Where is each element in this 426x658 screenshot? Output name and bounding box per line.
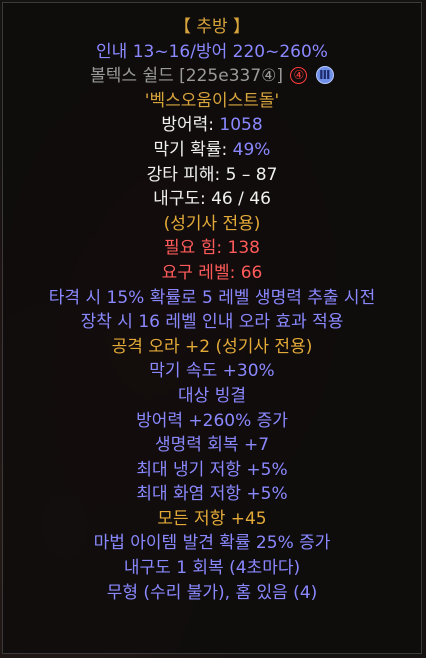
item-mod-line: 장착 시 16 레벨 인내 오라 효과 적용 bbox=[80, 312, 344, 333]
item-mod-line: 생명력 회복 +7 bbox=[154, 435, 270, 456]
item-tooltip: 【 추방 】 인내 13~16/방어 220~260% 볼텍스 쉴드 [225e… bbox=[2, 2, 422, 654]
item-base-code: [225e337④] bbox=[179, 66, 284, 87]
item-category: 【 추방 】 bbox=[173, 17, 251, 37]
tooltip-lines: 【 추방 】 인내 13~16/방어 220~260% 볼텍스 쉴드 [225e… bbox=[3, 15, 421, 605]
runeword-name: '벡스오움이스트돌' bbox=[144, 90, 280, 111]
item-mod-line: 모든 저항 +45 bbox=[157, 508, 267, 529]
item-mod-line: 최대 화염 저항 +5% bbox=[136, 484, 288, 505]
item-base-line: 볼텍스 쉴드 [225e337④] ④ Ⅲ bbox=[3, 64, 421, 89]
item-mod-line: 마법 아이템 발견 확률 25% 증가 bbox=[93, 533, 331, 554]
item-mod-line: 막기 속도 +30% bbox=[149, 361, 275, 382]
required-strength: 필요 힘: 138 bbox=[164, 238, 260, 259]
defense-line: 방어력: 1058 bbox=[3, 113, 421, 138]
item-mod-line: 대상 빙결 bbox=[178, 385, 246, 406]
item-mod-line: 공격 오라 +2 (성기사 전용) bbox=[111, 336, 313, 357]
block-line: 막기 확률: 49% bbox=[3, 138, 421, 163]
durability: 내구도: 46 / 46 bbox=[153, 189, 271, 210]
item-mod-line: 타격 시 15% 확률로 5 레벨 생명력 추출 시전 bbox=[48, 287, 376, 308]
block-value: 49% bbox=[232, 139, 271, 160]
defense-label: 방어력: bbox=[161, 115, 220, 136]
item-mod-line: 방어력 +260% 증가 bbox=[136, 410, 288, 431]
item-mod-line: 최대 냉기 저항 +5% bbox=[136, 459, 288, 480]
elite-tier-icon: Ⅲ bbox=[315, 66, 334, 85]
class-restriction: (성기사 전용) bbox=[163, 213, 261, 234]
socket-count-icon: ④ bbox=[290, 67, 308, 85]
item-base-name: 볼텍스 쉴드 bbox=[90, 66, 174, 87]
item-mod-list: 타격 시 15% 확률로 5 레벨 생명력 추출 시전장착 시 16 레벨 인내… bbox=[3, 286, 421, 606]
defense-value: 1058 bbox=[219, 115, 263, 136]
item-roll-range: 인내 13~16/방어 220~260% bbox=[96, 41, 328, 62]
item-mod-line: 내구도 1 회복 (4초마다) bbox=[123, 558, 301, 579]
item-mod-line: 무형 (수리 불가), 홈 있음 (4) bbox=[106, 582, 318, 603]
required-level: 요구 레벨: 66 bbox=[161, 262, 263, 283]
block-label: 막기 확률: bbox=[153, 139, 233, 160]
smite-damage: 강타 피해: 5 – 87 bbox=[146, 164, 278, 185]
